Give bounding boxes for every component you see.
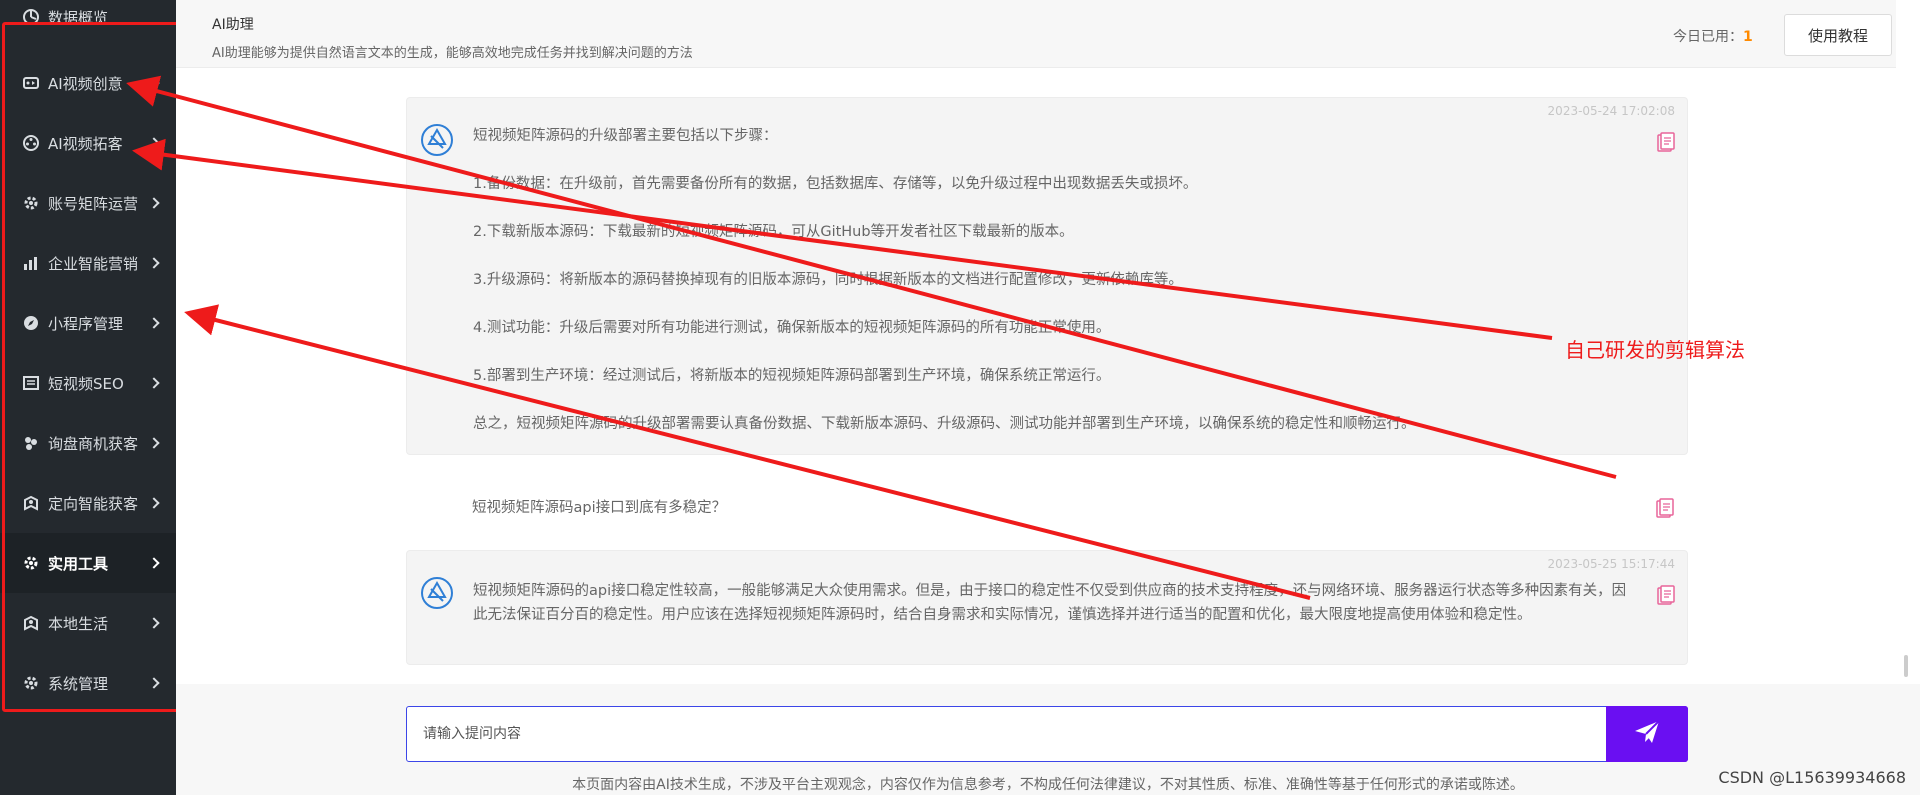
sidebar-item-label: 实用工具 bbox=[48, 554, 109, 573]
sidebar-item-label: 小程序管理 bbox=[48, 314, 124, 333]
ai-avatar-icon bbox=[419, 122, 455, 158]
chart-icon bbox=[22, 8, 40, 26]
ai-avatar-icon bbox=[419, 575, 455, 611]
prompt-input[interactable] bbox=[407, 707, 1607, 761]
gear-icon bbox=[22, 194, 40, 212]
copy-icon[interactable] bbox=[1657, 585, 1675, 605]
chevron-right-icon bbox=[148, 437, 160, 449]
message-paragraph: 5.部署到生产环境：经过测试后，将新版本的短视频矩阵源码部署到生产环境，确保系统… bbox=[473, 368, 1111, 384]
sidebar-item-label: 询盘商机获客 bbox=[48, 434, 139, 453]
gear-icon bbox=[22, 674, 40, 692]
sidebar-item-label: AI视频拓客 bbox=[48, 134, 123, 153]
sidebar-item-label: 短视频SEO bbox=[48, 374, 124, 393]
sidebar-item-label: AI视频创意 bbox=[48, 74, 123, 93]
sidebar-item-label: 定向智能获客 bbox=[48, 494, 139, 513]
sidebar-item-ai-video-creative[interactable]: AI视频创意 bbox=[0, 53, 176, 113]
video-icon bbox=[22, 74, 40, 92]
usage-count: 1 bbox=[1743, 29, 1753, 45]
message-body: 短视频矩阵源码的api接口稳定性较高，一般能够满足大众使用需求。但是，由于接口的… bbox=[473, 579, 1627, 627]
message-paragraph: 4.测试功能：升级后需要对所有功能进行测试，确保新版本的短视频矩阵源码的所有功能… bbox=[473, 320, 1111, 336]
copy-icon[interactable] bbox=[1657, 132, 1675, 152]
annotation-label: 自己研发的剪辑算法 bbox=[1565, 338, 1745, 362]
copy-icon[interactable] bbox=[1656, 498, 1674, 518]
message-body: 短视频矩阵源码的升级部署主要包括以下步骤： 1.备份数据：在升级前，首先需要备份… bbox=[473, 124, 1627, 436]
sidebar-item-label: 本地生活 bbox=[48, 614, 109, 633]
message-paragraph: 2.下载新版本源码：下载最新的短视频矩阵源码，可从GitHub等开发者社区下载最… bbox=[473, 224, 1074, 240]
sidebar-item-label: 系统管理 bbox=[48, 674, 109, 693]
sidebar: 数据概览 AI视频创意 AI视频拓客 账号矩阵运营 企业智能营销 小程序管理 短… bbox=[0, 0, 176, 795]
compass-icon bbox=[22, 314, 40, 332]
bar-chart-icon bbox=[22, 254, 40, 272]
sidebar-item-account-matrix[interactable]: 账号矩阵运营 bbox=[0, 173, 176, 233]
send-button[interactable] bbox=[1606, 706, 1688, 762]
message-paragraph: 3.升级源码：将新版本的源码替换掉现有的旧版本源码，同时根据新版本的文档进行配置… bbox=[473, 272, 1183, 288]
sidebar-item-inquiry-leads[interactable]: 询盘商机获客 bbox=[0, 413, 176, 473]
gear-icon bbox=[22, 554, 40, 572]
chevron-right-icon bbox=[148, 677, 160, 689]
sidebar-item-ai-video-acquisition[interactable]: AI视频拓客 bbox=[0, 113, 176, 173]
message-paragraph: 短视频矩阵源码的升级部署主要包括以下步骤： bbox=[473, 128, 778, 144]
watermark: CSDN @L15639934668 bbox=[1718, 768, 1906, 787]
assistant-message: 2023-05-24 17:02:08 短视频矩阵源码的升级部署主要包括以下步骤… bbox=[406, 97, 1688, 455]
message-paragraph: 总之，短视频矩阵源码的升级部署需要认真备份数据、下载新版本源码、升级源码、测试功… bbox=[473, 416, 1416, 432]
chevron-right-icon bbox=[148, 137, 160, 149]
prompt-input-wrapper bbox=[406, 706, 1688, 762]
chat-input-area: 本页面内容由AI技术生成，不涉及平台主观观念，内容仅作为信息参考，不构成任何法律… bbox=[176, 684, 1920, 795]
sidebar-item-local-life[interactable]: 本地生活 bbox=[0, 593, 176, 653]
map-pin-icon bbox=[22, 494, 40, 512]
chevron-right-icon bbox=[148, 497, 160, 509]
page-description: AI助理能够为提供自然语言文本的生成，能够高效地完成任务并找到解决问题的方法 bbox=[212, 46, 693, 61]
sidebar-item-label: 企业智能营销 bbox=[48, 254, 139, 273]
film-reel-icon bbox=[22, 134, 40, 152]
sidebar-item-data-overview[interactable]: 数据概览 bbox=[0, 0, 176, 42]
page-header: AI助理 AI助理能够为提供自然语言文本的生成，能够高效地完成任务并找到解决问题… bbox=[176, 0, 1896, 68]
disclaimer-text: 本页面内容由AI技术生成，不涉及平台主观观念，内容仅作为信息参考，不构成任何法律… bbox=[572, 777, 1524, 793]
message-paragraph: 短视频矩阵源码的api接口稳定性较高，一般能够满足大众使用需求。但是，由于接口的… bbox=[473, 583, 1627, 623]
scrollbar[interactable] bbox=[1904, 655, 1908, 677]
sidebar-item-enterprise-marketing[interactable]: 企业智能营销 bbox=[0, 233, 176, 293]
map-pin-icon bbox=[22, 614, 40, 632]
chevron-right-icon bbox=[148, 617, 160, 629]
chevron-right-icon bbox=[148, 557, 160, 569]
sidebar-item-targeted-leads[interactable]: 定向智能获客 bbox=[0, 473, 176, 533]
paper-plane-icon bbox=[1632, 717, 1662, 751]
chevron-right-icon bbox=[148, 317, 160, 329]
message-timestamp: 2023-05-24 17:02:08 bbox=[1547, 104, 1675, 118]
chevron-right-icon bbox=[148, 197, 160, 209]
assistant-message: 2023-05-25 15:17:44 短视频矩阵源码的api接口稳定性较高，一… bbox=[406, 550, 1688, 665]
chevron-right-icon bbox=[148, 257, 160, 269]
users-icon bbox=[22, 434, 40, 452]
sidebar-item-system-management[interactable]: 系统管理 bbox=[0, 653, 176, 713]
list-icon bbox=[22, 374, 40, 392]
usage-label: 今日已用： bbox=[1673, 29, 1743, 45]
chevron-right-icon bbox=[148, 77, 160, 89]
chevron-right-icon bbox=[148, 377, 160, 389]
sidebar-item-tools[interactable]: 实用工具 bbox=[0, 533, 176, 593]
usage-counter: 今日已用：1 bbox=[1673, 26, 1753, 46]
tutorial-button[interactable]: 使用教程 bbox=[1784, 14, 1892, 56]
user-message: 短视频矩阵源码api接口到底有多稳定？ bbox=[472, 500, 727, 516]
message-timestamp: 2023-05-25 15:17:44 bbox=[1547, 557, 1675, 571]
sidebar-item-mini-program[interactable]: 小程序管理 bbox=[0, 293, 176, 353]
sidebar-item-label: 数据概览 bbox=[48, 8, 109, 27]
sidebar-item-short-video-seo[interactable]: 短视频SEO bbox=[0, 353, 176, 413]
message-paragraph: 1.备份数据：在升级前，首先需要备份所有的数据，包括数据库、存储等，以免升级过程… bbox=[473, 176, 1198, 192]
page-title: AI助理 bbox=[212, 17, 254, 33]
main-content: AI助理 AI助理能够为提供自然语言文本的生成，能够高效地完成任务并找到解决问题… bbox=[176, 0, 1920, 795]
sidebar-item-label: 账号矩阵运营 bbox=[48, 194, 139, 213]
